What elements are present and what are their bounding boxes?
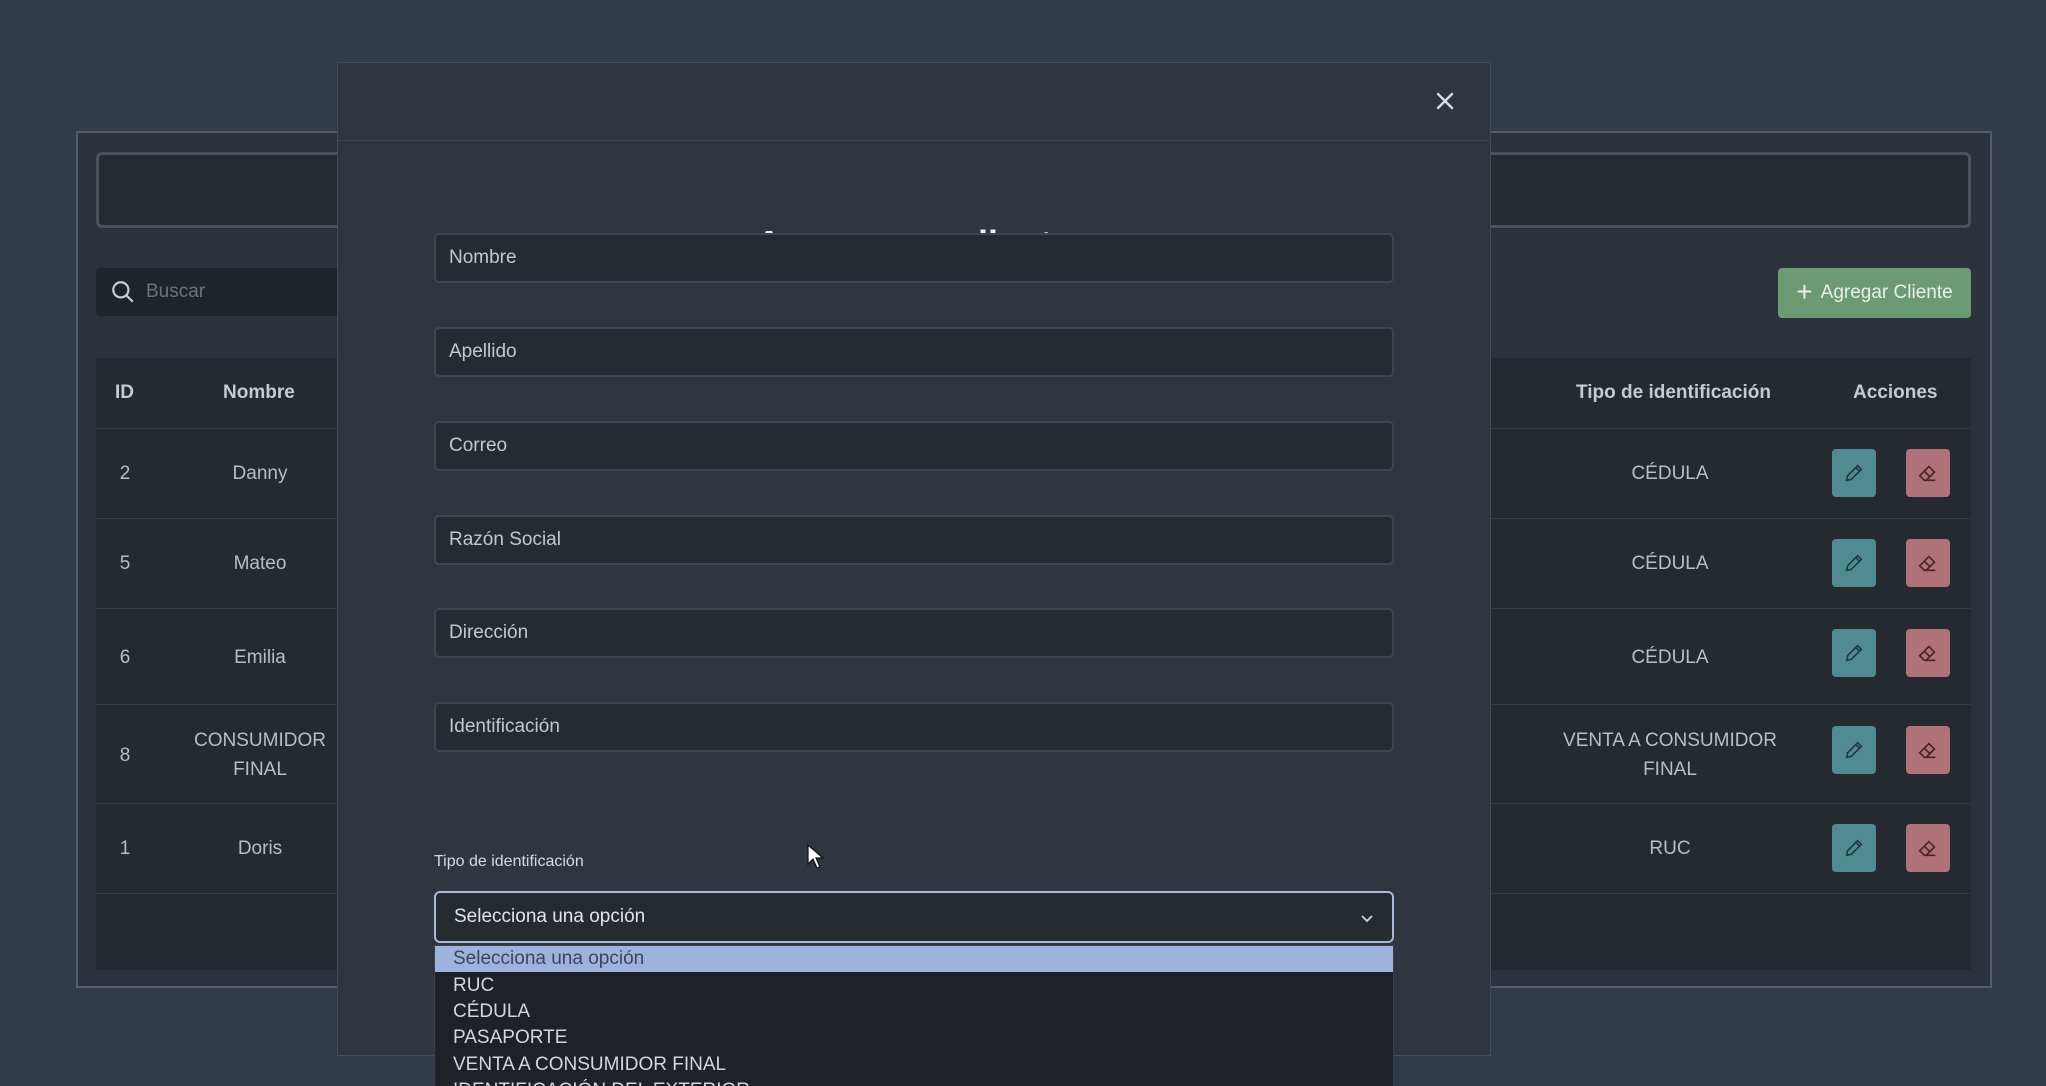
- nombre-field[interactable]: Nombre: [434, 233, 1394, 283]
- cell-id: 6: [119, 646, 131, 668]
- cell-tipo: VENTA A CONSUMIDOR FINAL: [1563, 730, 1777, 780]
- razon-social-placeholder: Razón Social: [449, 529, 561, 550]
- add-client-label: Agregar Cliente: [1820, 282, 1953, 303]
- option-ruc[interactable]: RUC: [435, 972, 1393, 998]
- header-tipo: Tipo de identificación: [1576, 382, 1771, 403]
- search-icon: [112, 281, 134, 303]
- apellido-field[interactable]: Apellido: [434, 327, 1394, 377]
- option-identificacion-exterior[interactable]: IDENTIFICACIÓN DEL EXTERIOR: [435, 1078, 1393, 1086]
- direccion-placeholder: Dirección: [449, 622, 529, 643]
- apellido-placeholder: Apellido: [449, 341, 517, 362]
- delete-button[interactable]: [1906, 629, 1950, 677]
- razon-social-field[interactable]: Razón Social: [434, 515, 1394, 565]
- option-pasaporte[interactable]: PASAPORTE: [435, 1025, 1393, 1051]
- mouse-cursor-icon: [807, 844, 825, 869]
- identificacion-field[interactable]: Identificación: [434, 702, 1394, 752]
- header-nombre: Nombre: [223, 382, 295, 403]
- cell-tipo: CÉDULA: [1631, 552, 1709, 574]
- edit-button[interactable]: [1832, 449, 1876, 497]
- pencil-icon: [1845, 554, 1863, 572]
- cell-nombre: CONSUMIDOR FINAL: [194, 730, 326, 780]
- option-consumidor-final[interactable]: VENTA A CONSUMIDOR FINAL: [435, 1052, 1393, 1078]
- edit-button[interactable]: [1832, 539, 1876, 587]
- cell-tipo: RUC: [1649, 837, 1691, 859]
- header-id: ID: [115, 382, 134, 403]
- close-button[interactable]: [1430, 86, 1460, 116]
- select-value: Selecciona una opción: [454, 906, 646, 927]
- correo-placeholder: Correo: [449, 435, 508, 456]
- identificacion-placeholder: Identificación: [449, 716, 560, 737]
- close-icon: [1436, 92, 1454, 110]
- search-placeholder: Buscar: [146, 281, 206, 302]
- tipo-identificacion-options: Selecciona una opción RUC CÉDULA PASAPOR…: [434, 945, 1394, 1086]
- search-input[interactable]: Buscar: [96, 268, 356, 316]
- tipo-identificacion-label: Tipo de identificación: [434, 853, 584, 870]
- delete-button[interactable]: [1906, 824, 1950, 872]
- cell-nombre: Danny: [232, 462, 288, 484]
- pencil-icon: [1845, 741, 1863, 759]
- cell-nombre: Emilia: [234, 646, 286, 668]
- nombre-placeholder: Nombre: [449, 247, 517, 268]
- eraser-icon: [1918, 840, 1936, 857]
- edit-button[interactable]: [1832, 629, 1876, 677]
- plus-icon: +: [1796, 275, 1813, 307]
- pencil-icon: [1845, 464, 1863, 482]
- chevron-down-icon: [1361, 915, 1373, 923]
- cell-nombre: Mateo: [233, 552, 287, 574]
- correo-field[interactable]: Correo: [434, 421, 1394, 471]
- cell-tipo: CÉDULA: [1631, 646, 1709, 668]
- cell-id: 8: [119, 744, 131, 766]
- edit-button[interactable]: [1832, 726, 1876, 774]
- cell-id: 5: [119, 552, 131, 574]
- delete-button[interactable]: [1906, 449, 1950, 497]
- cell-id: 2: [119, 462, 131, 484]
- modal-header: [338, 63, 1490, 141]
- add-client-button[interactable]: + Agregar Cliente: [1778, 268, 1971, 318]
- delete-button[interactable]: [1906, 539, 1950, 587]
- option-selecciona[interactable]: Selecciona una opción: [435, 946, 1393, 973]
- eraser-icon: [1918, 465, 1936, 482]
- tipo-identificacion-select[interactable]: Selecciona una opción: [434, 891, 1394, 943]
- cell-tipo: CÉDULA: [1631, 462, 1709, 484]
- eraser-icon: [1918, 555, 1936, 572]
- cell-nombre: Doris: [237, 837, 283, 859]
- cell-id: 1: [119, 837, 131, 859]
- pencil-icon: [1845, 839, 1863, 857]
- pencil-icon: [1845, 644, 1863, 662]
- direccion-field[interactable]: Dirección: [434, 608, 1394, 658]
- option-cedula[interactable]: CÉDULA: [435, 999, 1393, 1025]
- delete-button[interactable]: [1906, 726, 1950, 774]
- eraser-icon: [1918, 742, 1936, 759]
- header-acciones: Acciones: [1853, 382, 1938, 403]
- eraser-icon: [1918, 645, 1936, 662]
- add-client-modal: Agregar un cliente Nombre Apellido Corre…: [337, 62, 1491, 1086]
- edit-button[interactable]: [1832, 824, 1876, 872]
